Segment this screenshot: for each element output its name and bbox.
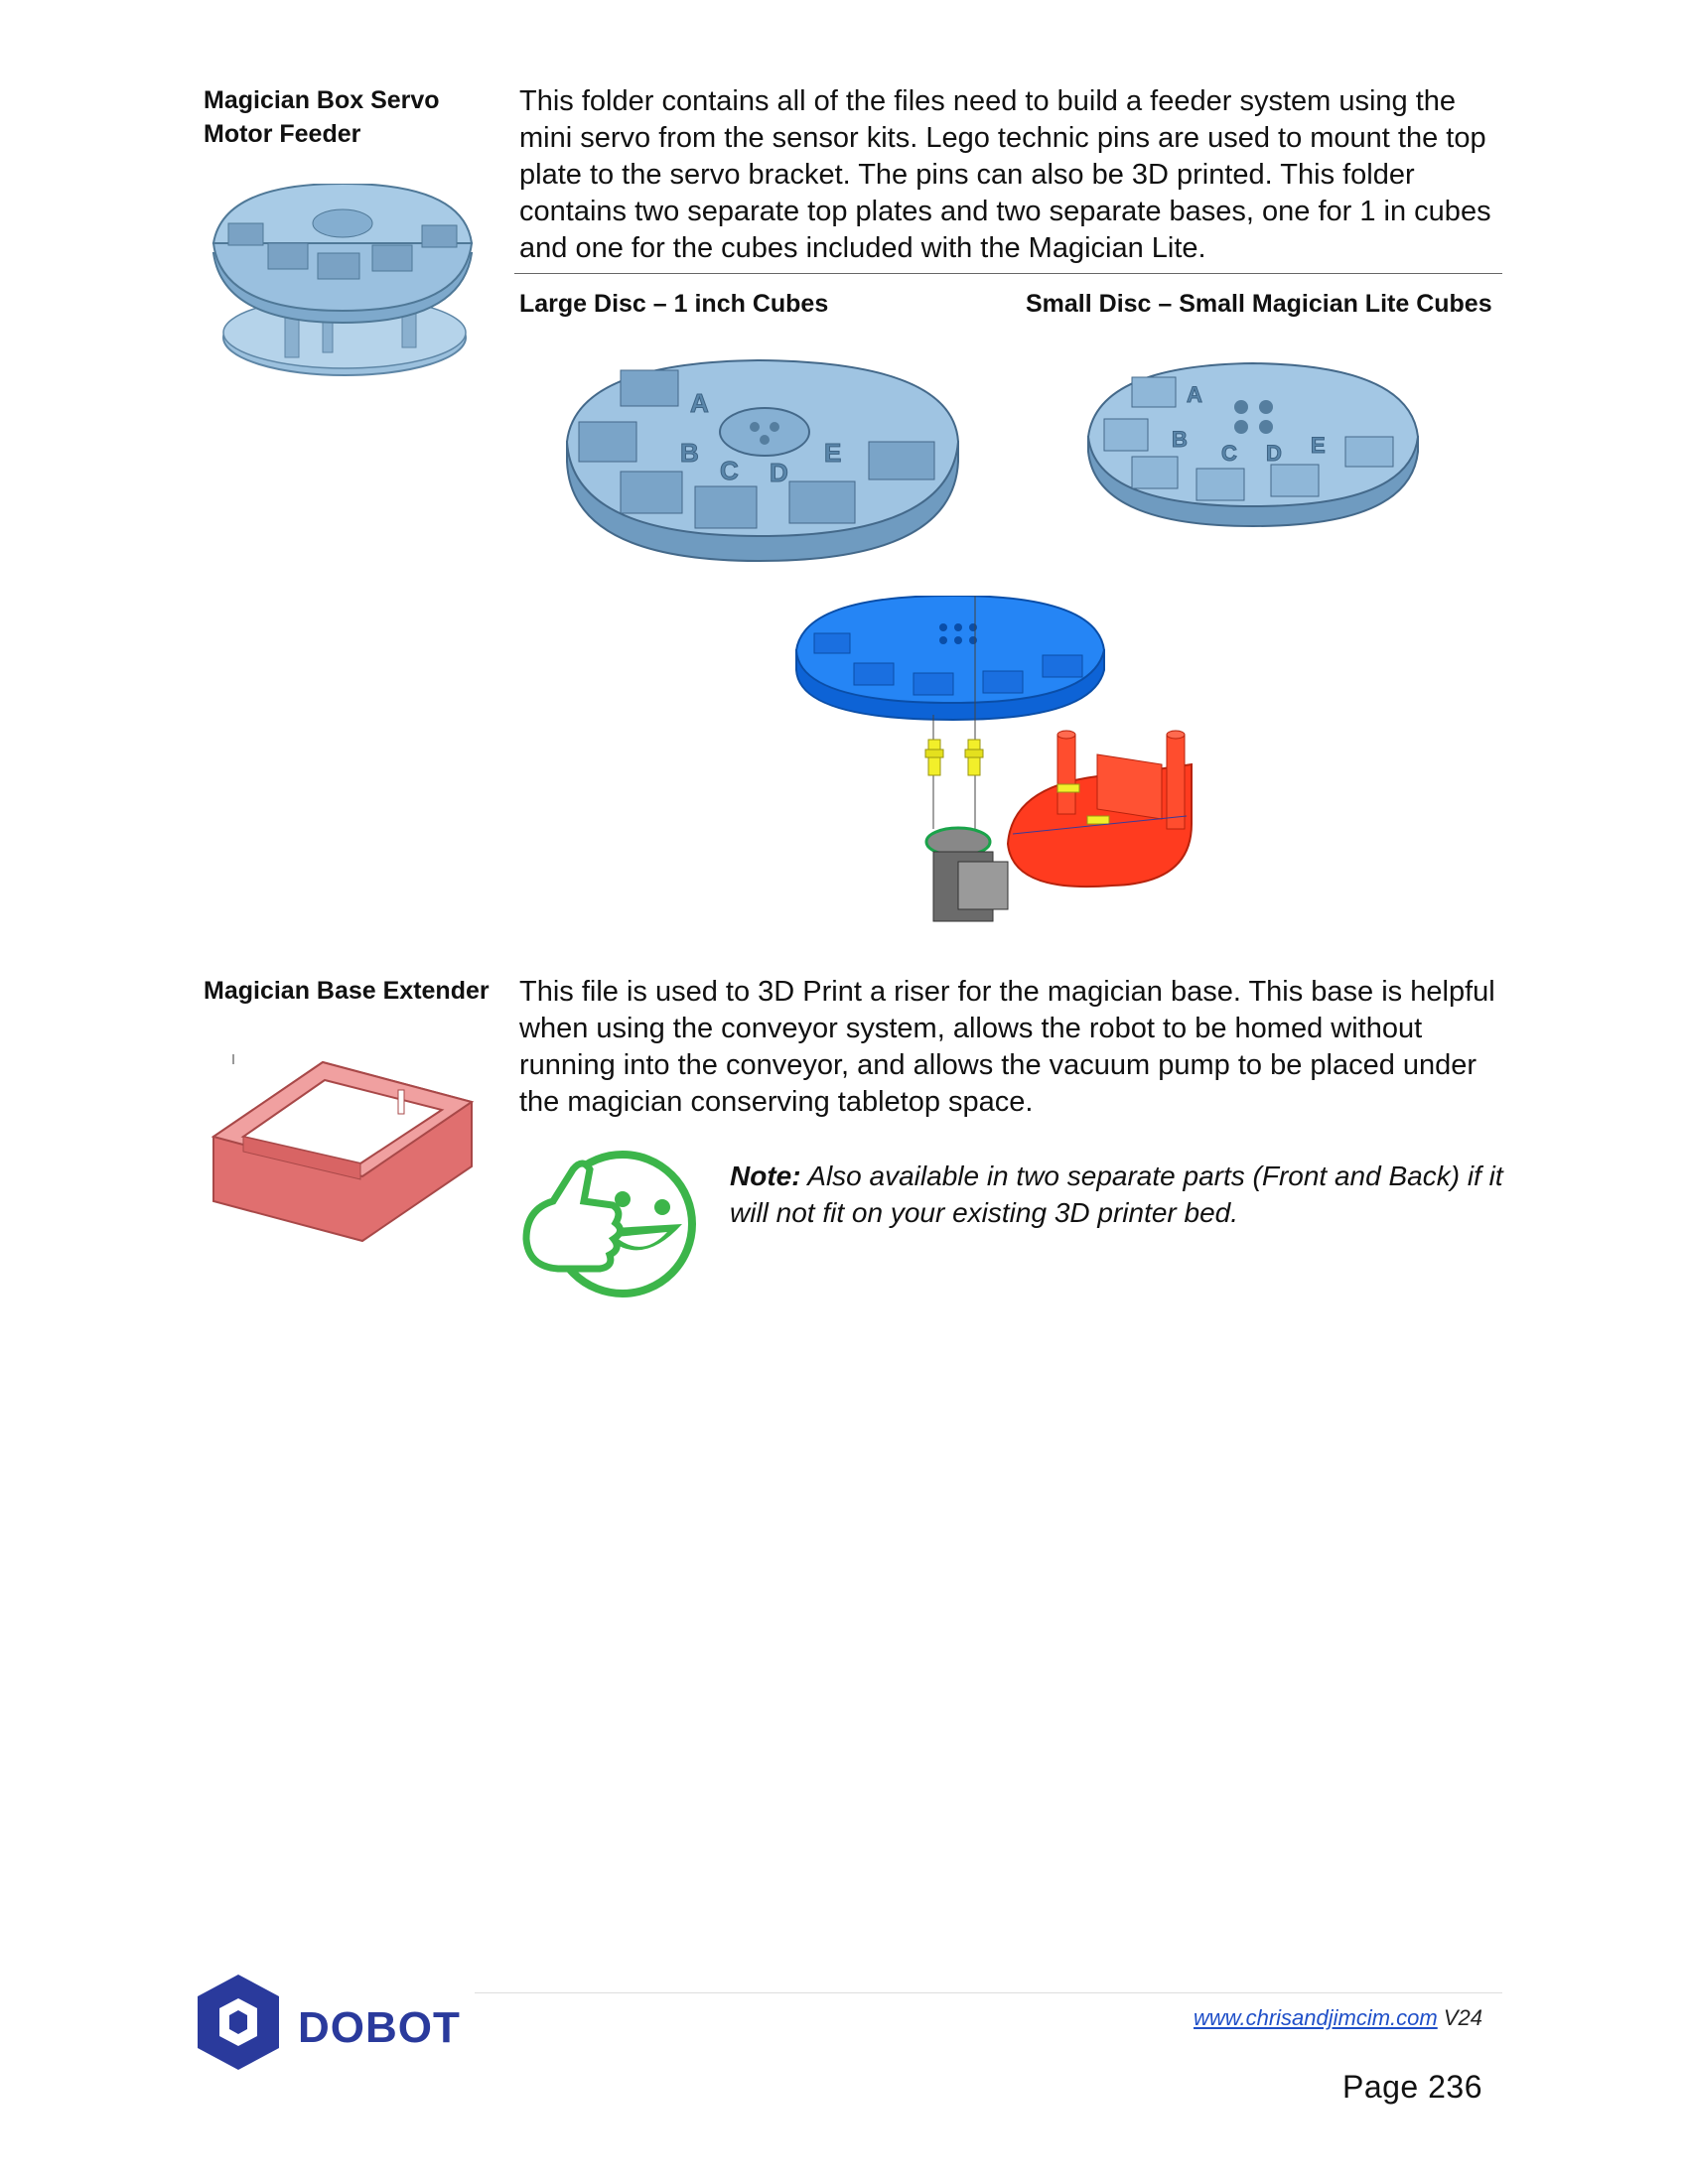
- small-disc-letter-e: E: [1311, 433, 1326, 458]
- note-text: Also available in two separate parts (Fr…: [730, 1160, 1503, 1228]
- dobot-logo: DOBOT: [194, 1971, 462, 2078]
- small-disc-letter-a: A: [1187, 382, 1202, 407]
- large-disc-letter-c: C: [720, 456, 739, 485]
- note-callout: Note: Also available in two separate par…: [730, 1158, 1509, 1231]
- dobot-logo-text: DOBOT: [298, 2003, 461, 2052]
- section1-divider: [514, 273, 1502, 274]
- footer-version: V24: [1437, 2005, 1482, 2030]
- section2-title: Magician Base Extender: [204, 977, 490, 1005]
- small-disc-letter-d: D: [1266, 441, 1282, 466]
- section1-title-line2: Motor Feeder: [204, 120, 361, 148]
- section1-title: Magician Box Servo Motor Feeder: [204, 83, 501, 151]
- small-disc-letter-c: C: [1221, 441, 1237, 466]
- note-label: Note:: [730, 1160, 801, 1191]
- footer-website-link[interactable]: www.chrisandjimcim.com: [1194, 2005, 1438, 2030]
- feeder-assembly-thumbnail: [204, 184, 482, 407]
- thumbs-up-smiley-icon: [518, 1140, 707, 1308]
- large-disc-letter-e: E: [824, 438, 841, 468]
- page-number: Page 236: [1341, 2069, 1482, 2105]
- large-disc-letter-b: B: [680, 438, 699, 468]
- large-disc-letter-a: A: [690, 388, 709, 418]
- footer-url-line: www.chrisandjimcim.com V24: [1194, 2005, 1482, 2031]
- large-disc-letter-d: D: [770, 458, 788, 487]
- small-disc-heading: Small Disc – Small Magician Lite Cubes: [1026, 290, 1492, 318]
- small-disc-model: A B C D E: [1082, 357, 1425, 536]
- section2-description: This file is used to 3D Print a riser fo…: [519, 976, 1495, 1118]
- large-disc-model: A B C D E: [561, 352, 968, 571]
- small-disc-letter-b: B: [1172, 427, 1188, 452]
- section1-description: This folder contains all of the files ne…: [519, 85, 1491, 264]
- exploded-assembly-model: [794, 596, 1231, 933]
- base-extender-model: [204, 1042, 482, 1251]
- section1-title-line1: Magician Box Servo: [204, 86, 440, 114]
- large-disc-heading: Large Disc – 1 inch Cubes: [519, 290, 829, 318]
- footer-divider: [475, 1992, 1502, 1993]
